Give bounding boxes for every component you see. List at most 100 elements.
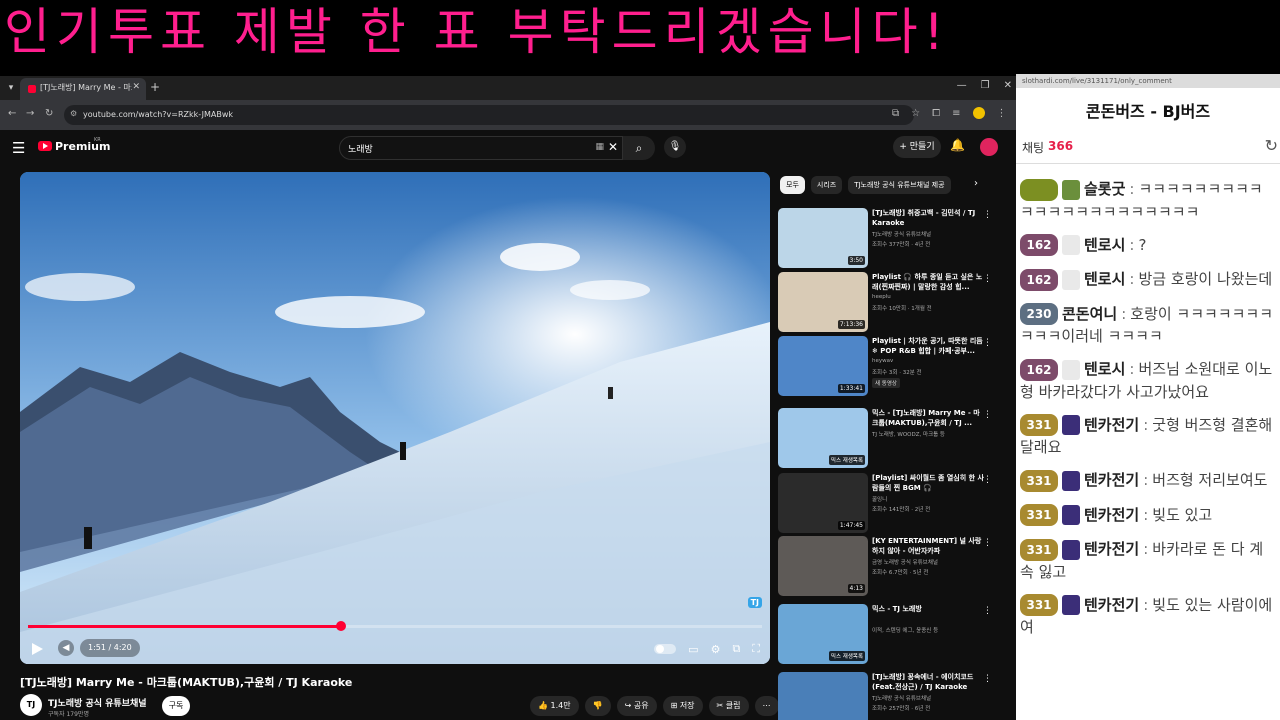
recommendation-channel[interactable]: 금영 노래방 공식 유튜브채널 [872, 558, 984, 566]
chat-nickname[interactable]: 텐카전기 [1084, 506, 1139, 524]
recommendation-title[interactable]: Playlist 🎧 하루 종일 듣고 싶은 노래(찐짜찐짜) | 말랑한 감성… [872, 272, 984, 292]
search-button[interactable]: ⌕ [623, 136, 655, 160]
channel-avatar[interactable]: TJ [20, 694, 42, 716]
miniplayer-icon[interactable]: ⧉ [732, 642, 740, 656]
recommendation-thumbnail[interactable]: 3:50 [778, 208, 868, 268]
progress-scrubber[interactable] [336, 621, 346, 631]
more-icon[interactable]: ⋮ [983, 338, 992, 348]
chat-nickname[interactable]: 텐로시 [1084, 270, 1125, 288]
recommendation-thumbnail[interactable]: 믹스 재생목록 [778, 604, 868, 664]
chat-nickname[interactable]: 콘돈여니 [1062, 305, 1117, 323]
forward-icon[interactable]: → [26, 108, 34, 119]
tab-youtube[interactable]: [TJ노래방] Marry Me - 마크 ✕ [20, 78, 146, 100]
recommendation-thumbnail[interactable]: 믹스 재생목록 [778, 408, 868, 468]
keyboard-icon[interactable]: ▦ [595, 142, 604, 152]
recommendation-channel[interactable]: TJ 노래방, WOODZ, 마크툽 등 [872, 430, 984, 438]
browser-menu-icon[interactable]: ⋮ [997, 108, 1007, 119]
url-field[interactable]: ⚙ youtube.com/watch?v=RZkk-JMABwk [64, 105, 914, 125]
mic-button[interactable]: 🎙 [664, 136, 686, 158]
clear-search-icon[interactable]: ✕ [608, 140, 618, 154]
more-icon[interactable]: ⋮ [983, 606, 992, 616]
profile-icon[interactable] [972, 107, 985, 119]
recommendation-channel[interactable]: 꿀잉니 [872, 495, 984, 503]
volume-icon[interactable]: ◀ [58, 640, 74, 656]
close-window-icon[interactable]: ✕ [1004, 80, 1012, 91]
chip-series[interactable]: 시리즈 [810, 176, 843, 194]
recommendation-title[interactable]: 믹스 - TJ 노래방 [872, 604, 984, 614]
recommendation-item[interactable]: 1:47:45 [Playlist] 싸이월드 좀 열심히 한 사람들의 찐 BG… [778, 473, 1004, 533]
chat-nickname[interactable]: 텐카전기 [1084, 596, 1139, 614]
share-button[interactable]: ↪ 공유 [616, 696, 657, 716]
recommendation-title[interactable]: [Playlist] 싸이월드 좀 열심히 한 사람들의 찐 BGM 🎧 [872, 473, 984, 493]
recommendation-item[interactable]: 4:13[TJ노래방] 꽁속에너 - 에이치코드(Feat.전상근) / TJ … [778, 672, 1004, 720]
bell-icon[interactable]: 🔔 [950, 138, 965, 152]
menu-icon[interactable]: ☰ [12, 139, 25, 157]
tab-search-icon[interactable]: ▾ [4, 80, 18, 96]
youtube-logo-icon[interactable] [38, 141, 52, 151]
channel-name[interactable]: TJ노래방 공식 유튜브채널 [48, 696, 147, 709]
recommendation-item[interactable]: 7:13:36 Playlist 🎧 하루 종일 듣고 싶은 노래(찐짜찐짜) |… [778, 272, 1004, 332]
bookmark-star-icon[interactable]: ☆ [911, 108, 920, 119]
fullscreen-icon[interactable]: ⛶ [752, 642, 760, 656]
recommendation-thumbnail[interactable]: 7:13:36 [778, 272, 868, 332]
recommendation-title[interactable]: [TJ노래방] 꽁속에너 - 에이치코드(Feat.전상근) / TJ Kara… [872, 672, 984, 692]
recommendation-channel[interactable]: heywav [872, 358, 984, 364]
chat-nickname[interactable]: 텐카전기 [1084, 416, 1139, 434]
maximize-icon[interactable]: ❐ [981, 80, 990, 91]
recommendation-thumbnail[interactable]: 1:47:45 [778, 473, 868, 533]
minimize-icon[interactable]: — [957, 80, 967, 91]
chat-nickname[interactable]: 텐로시 [1084, 360, 1125, 378]
more-icon[interactable]: ⋮ [983, 210, 992, 220]
tab-close-icon[interactable]: ✕ [132, 82, 140, 92]
chip-all[interactable]: 모두 [780, 176, 805, 194]
recommendation-title[interactable]: Playlist | 차가운 공기, 따뜻한 리듬 ❄ POP R&B 힙합 |… [872, 336, 984, 356]
recommendation-item[interactable]: 믹스 재생목록 믹스 - TJ 노래방 이적, 스텐딩 에그, 윤종신 등 ⋮ [778, 604, 1004, 664]
recommendation-thumbnail[interactable]: 1:33:41 [778, 336, 868, 396]
reload-icon[interactable]: ↻ [45, 108, 53, 119]
create-button[interactable]: + 만들기 [893, 136, 941, 158]
new-tab-icon[interactable]: + [150, 80, 160, 94]
extensions-icon[interactable]: ⧠ [932, 108, 940, 119]
chat-nickname[interactable]: 텐카전기 [1084, 540, 1139, 558]
dislike-button[interactable]: 👎 [584, 696, 611, 716]
recommendation-title[interactable]: [KY ENTERTAINMENT] 널 사랑하지 않아 - 어반자카파 (KY… [872, 536, 984, 556]
autoplay-toggle[interactable] [654, 644, 677, 654]
more-actions-button[interactable]: ⋯ [754, 696, 779, 716]
search-input[interactable]: 노래방 ▦ ✕ [339, 136, 623, 160]
recommendation-channel[interactable]: TJ노래방 공식 유튜브채널 [872, 230, 984, 238]
chat-nickname[interactable]: 텐로시 [1084, 236, 1125, 254]
play-icon[interactable] [30, 642, 44, 656]
recommendation-title[interactable]: 믹스 - [TJ노래방] Marry Me - 마크툽(MAKTUB),구윤회 … [872, 408, 984, 428]
subscribe-button[interactable]: 구독 [162, 696, 190, 716]
refresh-icon[interactable]: ↻ [1265, 136, 1278, 155]
cast-icon[interactable]: ⧉ [892, 108, 899, 119]
recommendation-title[interactable]: [TJ노래방] 취중고백 - 김민석 / TJ Karaoke [872, 208, 984, 228]
more-icon[interactable]: ⋮ [983, 274, 992, 284]
more-icon[interactable]: ⋮ [983, 674, 992, 684]
recommendation-item[interactable]: 믹스 재생목록 믹스 - [TJ노래방] Marry Me - 마크툽(MAKTU… [778, 408, 1004, 468]
recommendation-channel[interactable]: TJ노래방 공식 유튜브채널 [872, 694, 984, 702]
like-button[interactable]: 👍 1.4만 [530, 696, 579, 716]
subtitles-icon[interactable]: ▭ [688, 643, 698, 656]
recommendation-item[interactable]: 1:33:41 Playlist | 차가운 공기, 따뜻한 리듬 ❄ POP R… [778, 336, 1004, 396]
more-icon[interactable]: ⋮ [983, 410, 992, 420]
recommendation-item[interactable]: 3:50 [TJ노래방] 취중고백 - 김민석 / TJ Karaoke TJ노래방… [778, 208, 1004, 268]
chevron-right-icon[interactable]: › [974, 178, 978, 189]
chat-nickname[interactable]: 슬롯굿 [1084, 180, 1125, 198]
more-icon[interactable]: ⋮ [983, 538, 992, 548]
recommendation-thumbnail[interactable]: 4:13 [778, 536, 868, 596]
chat-nickname[interactable]: 텐카전기 [1084, 471, 1139, 489]
chip-channel[interactable]: TJ노래방 공식 유튜브채널 제공 [848, 176, 951, 194]
save-button[interactable]: ⊞ 저장 [662, 696, 703, 716]
video-player[interactable]: TJ ◀ 1:51 / 4:20 ▭ ⚙ ⧉ ⛶ [20, 172, 770, 664]
clip-button[interactable]: ✂ 클립 [708, 696, 749, 716]
avatar[interactable] [980, 138, 998, 156]
more-icon[interactable]: ⋮ [983, 475, 992, 485]
media-icon[interactable]: ≡ [952, 108, 960, 119]
youtube-premium-label[interactable]: Premium [55, 140, 110, 153]
progress-bar[interactable] [28, 621, 762, 631]
settings-icon[interactable]: ⚙ [711, 643, 721, 656]
site-info-icon[interactable]: ⚙ [70, 109, 77, 118]
recommendation-thumbnail[interactable]: 4:13 [778, 672, 868, 720]
recommendation-channel[interactable]: heeplu [872, 294, 984, 300]
